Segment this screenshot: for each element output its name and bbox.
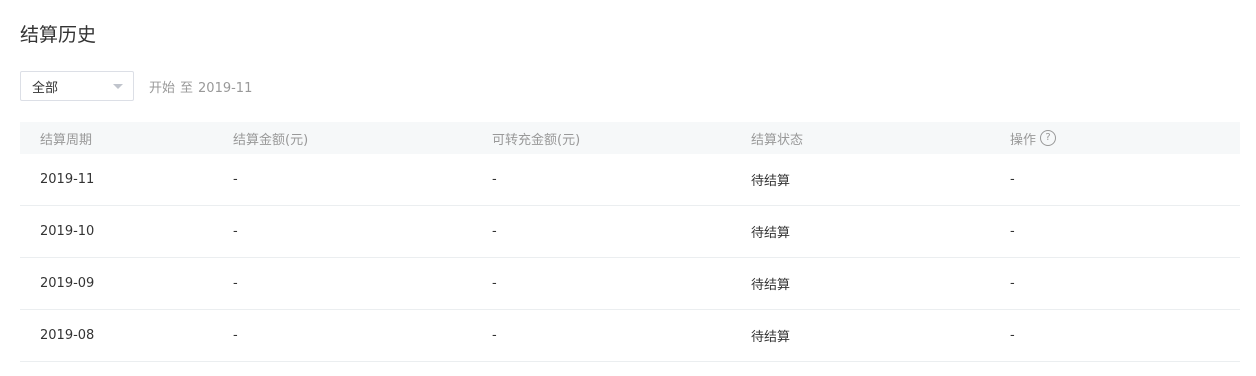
table-row: 2019-10 - - 待结算 - [20, 206, 1240, 258]
help-icon[interactable]: ? [1040, 130, 1057, 146]
amount-cell: - [233, 328, 238, 343]
column-header-period: 结算周期 [40, 132, 93, 148]
status-cell: 待结算 [751, 330, 791, 345]
amount-cell: - [233, 172, 238, 187]
settlement-history-page: 结算历史 全部 开始至 2019-11 结算周期 结算金额(元) 可转充金额(元)… [0, 0, 1256, 376]
transferable-cell: - [492, 224, 497, 239]
date-range-start: 开始 [149, 80, 176, 96]
page-title: 结算历史 [20, 24, 97, 46]
action-cell: - [1010, 224, 1015, 239]
filter-bar: 全部 开始至 2019-11 [20, 70, 252, 102]
action-cell: - [1010, 172, 1015, 187]
status-select-value: 全部 [32, 80, 59, 96]
column-header-action: 操作 [1010, 132, 1037, 148]
status-cell: 待结算 [751, 226, 791, 241]
status-select[interactable]: 全部 [20, 71, 134, 101]
table-header: 结算周期 结算金额(元) 可转充金额(元) 结算状态 操作 ? [20, 122, 1240, 154]
date-range-end: 2019-11 [198, 80, 253, 96]
transferable-cell: - [492, 276, 497, 291]
chevron-down-icon [113, 83, 123, 89]
date-range: 开始至 2019-11 [149, 77, 252, 96]
period-cell: 2019-11 [40, 172, 95, 187]
action-cell: - [1010, 328, 1015, 343]
table-row: 2019-08 - - 待结算 - [20, 310, 1240, 362]
amount-cell: - [233, 276, 238, 291]
settlement-table: 结算周期 结算金额(元) 可转充金额(元) 结算状态 操作 ? 2019-11 … [20, 122, 1240, 362]
action-cell: - [1010, 276, 1015, 291]
status-cell: 待结算 [751, 174, 791, 189]
date-range-separator: 至 [180, 80, 194, 96]
period-cell: 2019-08 [40, 328, 95, 343]
column-header-action-cell: 操作 ? [989, 129, 1240, 148]
period-cell: 2019-09 [40, 276, 95, 291]
status-cell: 待结算 [751, 278, 791, 293]
period-cell: 2019-10 [40, 224, 95, 239]
column-header-status: 结算状态 [751, 132, 804, 148]
column-header-transferable: 可转充金额(元) [492, 132, 581, 148]
transferable-cell: - [492, 172, 497, 187]
table-row: 2019-11 - - 待结算 - [20, 154, 1240, 206]
column-header-amount: 结算金额(元) [233, 132, 309, 148]
amount-cell: - [233, 224, 238, 239]
table-row: 2019-09 - - 待结算 - [20, 258, 1240, 310]
transferable-cell: - [492, 328, 497, 343]
